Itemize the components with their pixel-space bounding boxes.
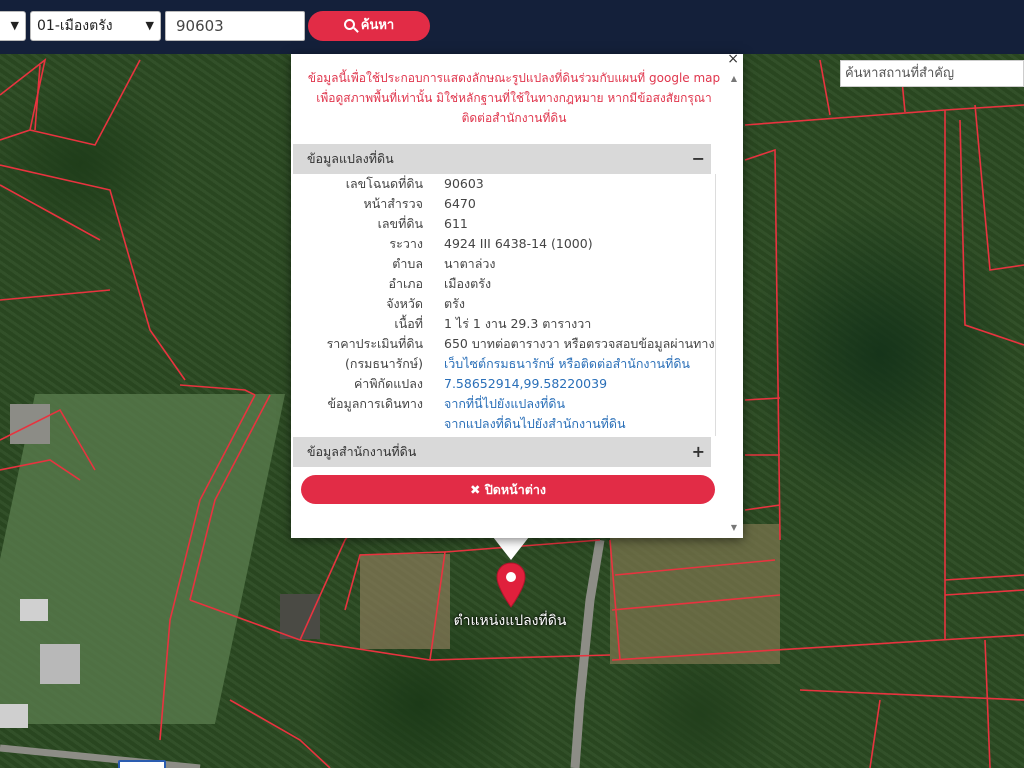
chevron-down-icon: ▼ — [145, 19, 154, 32]
table-row: ราคาประเมินที่ดิน 650 บาทต่อตารางวา หรือ… — [293, 334, 715, 354]
parcel-info-table: เลขโฉนดที่ดิน 90603 หน้าสำรวจ 6470 เลขที… — [293, 174, 715, 434]
row-value: 4924 III 6438-14 (1000) — [444, 236, 593, 251]
row-label: เลขที่ดิน — [377, 216, 423, 231]
district-select-value: 01-เมืองตรัง — [37, 18, 113, 34]
row-label: ตำบล — [392, 256, 423, 271]
treasury-link[interactable]: เว็บไซต์กรมธนารักษ์ หรือติดต่อสำนักงานที… — [444, 354, 690, 374]
table-row: ระวาง 4924 III 6438-14 (1000) — [293, 234, 711, 254]
coordinates-link[interactable]: 7.58652914,99.58220039 — [444, 374, 607, 394]
close-icon: ✖ — [470, 482, 481, 497]
scroll-track[interactable] — [715, 174, 716, 436]
row-label: อำเภอ — [388, 276, 423, 291]
scroll-up-icon[interactable]: ▲ — [731, 74, 737, 83]
row-value: 1 ไร่ 1 งาน 29.3 ตารางวา — [444, 316, 592, 331]
office-section-header[interactable]: ข้อมูลสำนักงานที่ดิน + — [293, 437, 711, 467]
district-select[interactable]: 01-เมืองตรัง ▼ — [30, 11, 161, 41]
expand-icon[interactable]: + — [692, 437, 705, 467]
table-row: จากแปลงที่ดินไปยังสำนักงานที่ดิน — [293, 414, 711, 434]
parcel-number-input[interactable]: 90603 — [165, 11, 305, 41]
place-search-input[interactable]: ค้นหาสถานที่สำคัญ — [840, 60, 1024, 87]
row-value: นาตาล่วง — [444, 256, 496, 271]
directions-to-parcel-link[interactable]: จากที่นี่ไปยังแปลงที่ดิน — [444, 394, 565, 414]
search-button[interactable]: ค้นหา — [308, 11, 430, 41]
row-value: 611 — [444, 216, 468, 231]
table-row: จังหวัด ตรัง — [293, 294, 711, 314]
row-label: ราคาประเมินที่ดิน — [326, 336, 423, 351]
table-row: อำเภอ เมืองตรัง — [293, 274, 711, 294]
disclaimer-text: ข้อมูลนี้เพื่อใช้ประกอบการแสดงลักษณะรูปแ… — [307, 71, 721, 125]
row-label: ข้อมูลการเดินทาง — [327, 396, 423, 411]
table-row: ข้อมูลการเดินทาง จากที่นี่ไปยังแปลงที่ดิ… — [293, 394, 711, 414]
close-window-button[interactable]: ✖ ปิดหน้าต่าง — [301, 475, 715, 504]
row-label: ค่าพิกัดแปลง — [353, 376, 423, 391]
parcel-section-title: ข้อมูลแปลงที่ดิน — [307, 151, 394, 166]
table-row: ค่าพิกัดแปลง 7.58652914,99.58220039 — [293, 374, 711, 394]
row-value: ตรัง — [444, 296, 465, 311]
map-marker-icon[interactable] — [496, 562, 526, 608]
row-label: ระวาง — [389, 236, 423, 251]
province-select[interactable]: ▼ — [0, 11, 26, 41]
close-icon[interactable]: × — [727, 52, 739, 66]
table-row: เลขโฉนดที่ดิน 90603 — [293, 174, 711, 194]
popup-pointer — [493, 537, 529, 560]
office-section-title: ข้อมูลสำนักงานที่ดิน — [307, 444, 417, 459]
table-row: ตำบล นาตาล่วง — [293, 254, 711, 274]
row-value: 6470 — [444, 196, 476, 211]
directions-to-office-link[interactable]: จากแปลงที่ดินไปยังสำนักงานที่ดิน — [444, 414, 626, 434]
row-value: 90603 — [444, 176, 484, 191]
table-row: หน้าสำรวจ 6470 — [293, 194, 711, 214]
row-label: จังหวัด — [386, 296, 423, 311]
chevron-down-icon: ▼ — [10, 19, 19, 32]
row-label: เลขโฉนดที่ดิน — [345, 176, 423, 191]
collapse-icon[interactable]: − — [692, 144, 705, 174]
row-value: เมืองตรัง — [444, 276, 492, 291]
table-row: เนื้อที่ 1 ไร่ 1 งาน 29.3 ตารางวา — [293, 314, 711, 334]
road-sign — [118, 760, 166, 768]
table-row: เลขที่ดิน 611 — [293, 214, 711, 234]
close-window-label: ปิดหน้าต่าง — [484, 482, 546, 497]
search-icon — [343, 19, 355, 30]
row-value: 650 บาทต่อตารางวา หรือตรวจสอบข้อมูลผ่านท… — [444, 336, 715, 351]
search-button-label: ค้นหา — [360, 18, 395, 33]
row-label: เนื้อที่ — [394, 316, 423, 331]
scroll-down-icon[interactable]: ▼ — [731, 523, 737, 532]
parcel-section-header[interactable]: ข้อมูลแปลงที่ดิน − — [293, 144, 711, 174]
parcel-info-popup: × ▲ ▼ ข้อมูลนี้เพื่อใช้ประกอบการแสดงลักษ… — [291, 52, 743, 538]
top-bar: ▼ 01-เมืองตรัง ▼ 90603 ค้นหา — [0, 0, 1024, 54]
row-label: หน้าสำรวจ — [363, 196, 423, 211]
row-label: (กรมธนารักษ์) — [345, 356, 423, 371]
table-row: (กรมธนารักษ์) เว็บไซต์กรมธนารักษ์ หรือติ… — [293, 354, 711, 374]
marker-label: ตำแหน่งแปลงที่ดิน — [453, 613, 567, 629]
